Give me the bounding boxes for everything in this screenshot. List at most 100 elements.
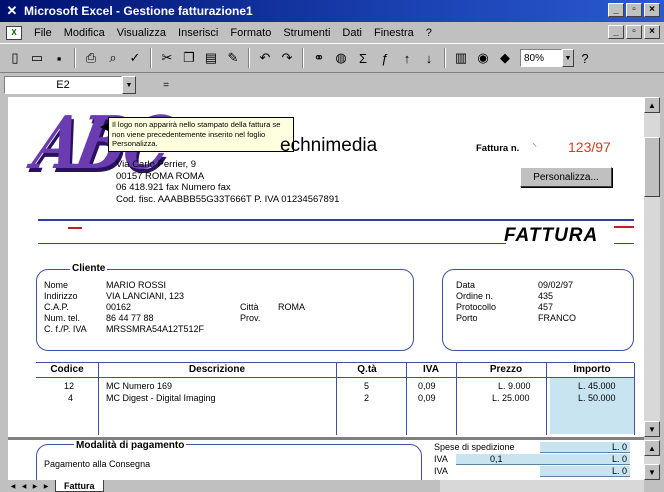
doc-close-button[interactable]: × [644,25,660,39]
lower-scroll-up-icon[interactable]: ▲ [644,440,660,456]
horizontal-scrollbar[interactable] [440,480,644,492]
city-value[interactable]: ROMA [278,302,305,313]
order-number[interactable]: 435 [538,291,576,302]
next-sheet-icon[interactable]: ▶ [30,481,40,491]
open-icon[interactable]: ▭ [26,47,48,69]
payment-heading: Modalità di pagamento [74,440,187,451]
paste-icon[interactable]: ▤ [200,47,222,69]
cut-icon[interactable]: ✂ [156,47,178,69]
lower-scroll-down-icon[interactable]: ▼ [644,464,660,480]
edit-formula-button[interactable]: = [136,76,196,94]
chart-wizard-icon[interactable]: ▥ [450,47,472,69]
invoice-date[interactable]: 09/02/97 [538,280,576,291]
sort-desc-icon[interactable]: ↓ [418,47,440,69]
spellcheck-icon[interactable]: ✓ [124,47,146,69]
sort-asc-icon[interactable]: ↑ [396,47,418,69]
title-bar: ✕ Microsoft Excel - Gestione fatturazion… [0,0,664,22]
client-label: Num. tel. [44,313,81,323]
undo-icon[interactable]: ↶ [254,47,276,69]
scroll-down-icon[interactable]: ▼ [644,421,660,437]
menu-help[interactable]: ? [420,27,438,39]
menu-strumenti[interactable]: Strumenti [277,27,336,39]
row-amount: L. 45.000 [578,381,616,391]
doc-minimize-button[interactable]: _ [608,25,624,39]
doc-restore-button[interactable]: ▫ [626,25,642,39]
menu-inserisci[interactable]: Inserisci [172,27,224,39]
first-sheet-icon[interactable]: ◀ [8,481,18,491]
zoom-dropdown-icon[interactable]: ▼ [562,49,574,67]
client-phone[interactable]: 86 44 77 88 [106,313,204,324]
title-rule [38,243,506,244]
close-button[interactable]: × [644,3,660,17]
city-label: Città [240,302,259,312]
name-box[interactable]: E2 [4,76,122,94]
redo-icon[interactable]: ↷ [276,47,298,69]
save-icon[interactable]: ▪ [48,47,70,69]
prev-sheet-icon[interactable]: ◀ [19,481,29,491]
client-address[interactable]: VIA LANCIANI, 123 [106,291,204,302]
client-name[interactable]: MARIO ROSSI [106,280,204,291]
vertical-scrollbar[interactable]: ▲ ▼ [644,97,660,437]
workbook-icon[interactable]: X [6,25,22,40]
lower-vertical-scrollbar[interactable]: ▲ ▼ [644,440,660,480]
client-labels: Nome Indirizzo C.A.P. Num. tel. C. f./P.… [44,280,87,335]
comment-marker-icon: ⸌ [532,142,537,153]
row-price: L. 25.000 [492,393,530,403]
row-amount: L. 50.000 [578,393,616,403]
client-box [36,269,414,351]
invoice-number-label: Fattura n. [476,143,520,154]
maximize-button[interactable]: ▫ [626,3,642,17]
office-assistant-icon[interactable]: ? [574,47,596,69]
protocol-number[interactable]: 457 [538,302,576,313]
map-icon[interactable]: ◉ [472,47,494,69]
autosum-icon[interactable]: Σ [352,47,374,69]
menu-formato[interactable]: Formato [224,27,277,39]
address-line: 00157 ROMA ROMA [116,170,205,182]
col-divider [336,363,337,435]
menu-finestra[interactable]: Finestra [368,27,420,39]
client-label: Nome [44,280,69,290]
menu-modifica[interactable]: Modifica [58,27,111,39]
row-iva: 0,09 [418,381,436,391]
copy-icon[interactable]: ❐ [178,47,200,69]
web-toolbar-icon[interactable]: ◍ [330,47,352,69]
print-icon[interactable]: ⎙ [80,47,102,69]
client-cap[interactable]: 00162 [106,302,204,313]
col-divider [456,363,457,435]
last-sheet-icon[interactable]: ▶ [41,481,51,491]
scroll-thumb[interactable] [644,137,660,197]
window-title: Microsoft Excel - Gestione fatturazione1 [24,4,253,18]
new-icon[interactable]: ▯ [4,47,26,69]
worksheet-lower-pane[interactable]: Modalità di pagamento Pagamento alla Con… [8,440,644,480]
hyperlink-icon[interactable]: ⚭ [308,47,330,69]
shipping-terms[interactable]: FRANCO [538,313,576,324]
function-icon[interactable]: ƒ [374,47,396,69]
address-line: Via Carlo Perrier, 9 [116,159,197,170]
drawing-icon[interactable]: ◆ [494,47,516,69]
formula-input[interactable] [196,76,660,94]
format-painter-icon[interactable]: ✎ [222,47,244,69]
payment-method[interactable]: Pagamento alla Consegna [44,459,150,469]
col-header-amount: Importo [573,364,611,375]
company-address: Via Carlo Perrier, 9 00157 ROMA ROMA 06 … [116,159,339,205]
client-taxcode[interactable]: MRSSMRA54A12T512F [106,324,204,335]
menu-file[interactable]: File [28,27,58,39]
row-qty: 2 [364,393,370,403]
excel-app-icon[interactable]: ✕ [4,3,20,19]
minimize-button[interactable]: _ [608,3,624,17]
sheet-tab-fattura[interactable]: Fattura [55,480,104,492]
title-rule-right [614,243,634,244]
name-box-dropdown-icon[interactable]: ▼ [122,76,136,94]
scroll-up-icon[interactable]: ▲ [644,97,660,113]
worksheet[interactable]: ABC Il logo non apparirà nello stampato … [8,97,644,437]
invoice-number[interactable]: 123/97 [568,139,611,155]
zoom-select[interactable]: 80% [520,49,562,67]
details-label: Ordine n. [456,291,494,301]
shipping-value: L. 0 [612,442,628,452]
row-code: 12 [64,381,75,391]
menu-bar: X File Modifica Visualizza Inserisci For… [0,22,664,43]
menu-visualizza[interactable]: Visualizza [111,27,172,39]
menu-dati[interactable]: Dati [336,27,368,39]
personalize-button[interactable]: Personalizza... [520,167,612,187]
print-preview-icon[interactable]: ⌕ [102,47,124,69]
